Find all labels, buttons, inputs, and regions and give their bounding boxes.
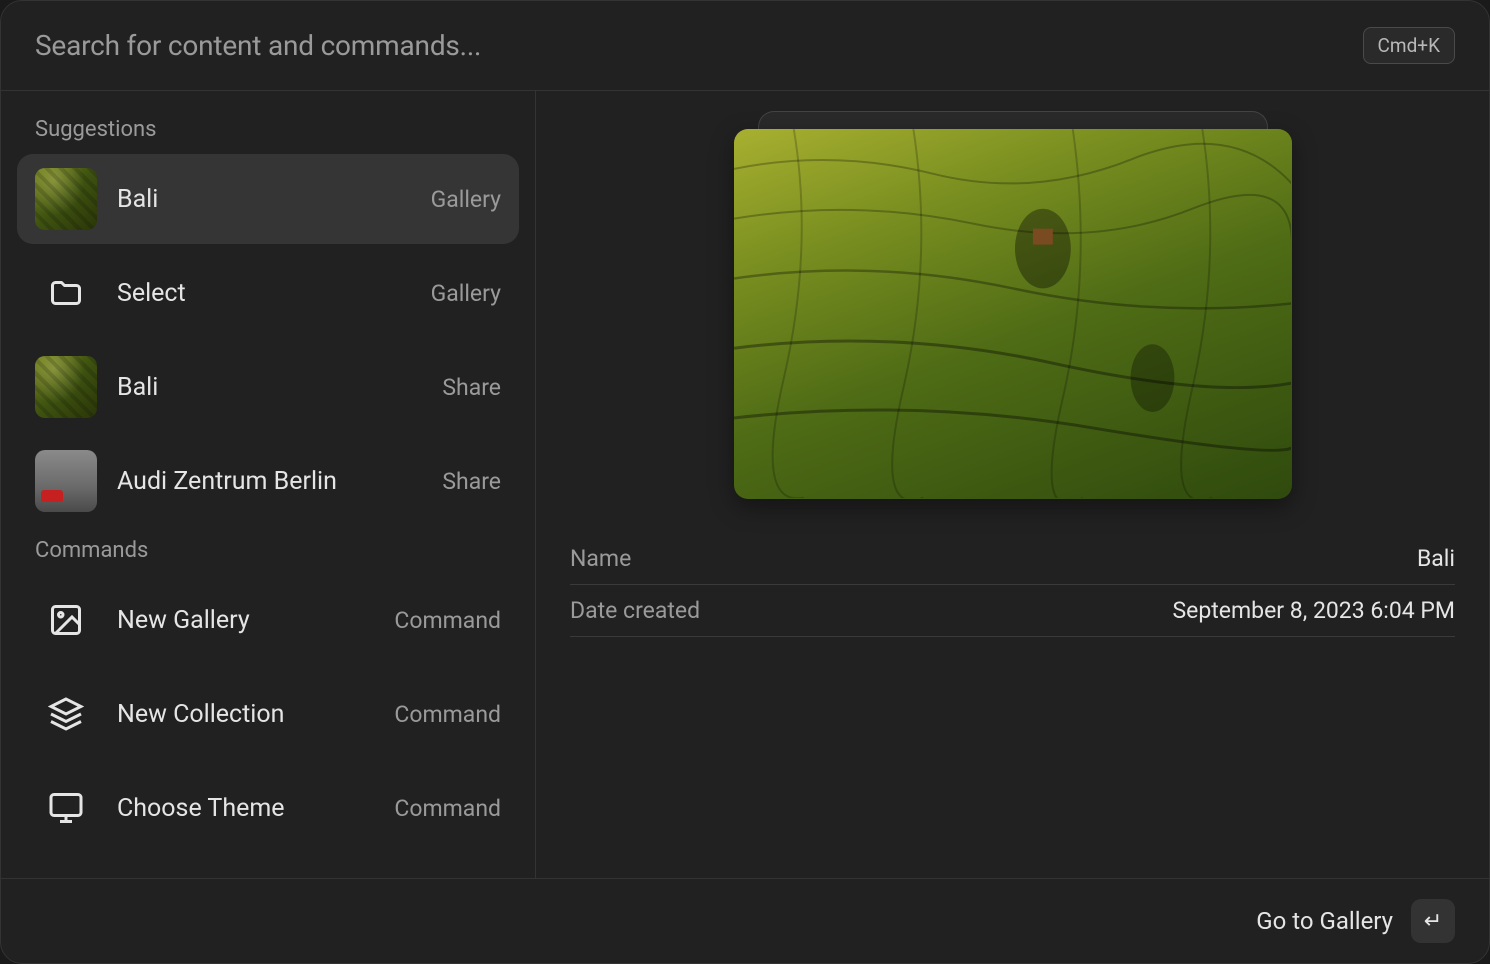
command-label: New Collection: [117, 700, 374, 729]
suggestion-item-bali-gallery[interactable]: Bali Gallery: [17, 154, 519, 244]
thumbnail-bali-icon: [35, 168, 97, 230]
meta-row-name: Name Bali: [570, 533, 1455, 585]
preview-image: [734, 129, 1292, 499]
search-row: Search for content and commands... Cmd+K: [1, 1, 1489, 91]
suggestion-tag: Gallery: [431, 280, 501, 307]
command-item-new-gallery[interactable]: New Gallery Command: [17, 575, 519, 665]
meta-row-date: Date created September 8, 2023 6:04 PM: [570, 585, 1455, 637]
suggestion-label: Bali: [117, 373, 422, 402]
suggestion-tag: Share: [442, 374, 501, 401]
preview-column: Name Bali Date created September 8, 2023…: [536, 91, 1489, 878]
command-tag: Command: [394, 795, 501, 822]
content-area: Suggestions Bali Gallery Select Gallery …: [1, 91, 1489, 878]
preview-meta: Name Bali Date created September 8, 2023…: [570, 533, 1455, 637]
command-label: Choose Theme: [117, 794, 374, 823]
commands-heading: Commands: [17, 530, 519, 575]
command-tag: Command: [394, 701, 501, 728]
monitor-icon: [35, 777, 97, 839]
meta-key: Name: [570, 545, 631, 572]
suggestion-label: Bali: [117, 185, 411, 214]
meta-key: Date created: [570, 597, 700, 624]
image-icon: [35, 589, 97, 651]
command-item-new-collection[interactable]: New Collection Command: [17, 669, 519, 759]
suggestion-item-bali-share[interactable]: Bali Share: [17, 342, 519, 432]
preview-wrap: [570, 111, 1455, 533]
go-to-gallery-button[interactable]: Go to Gallery: [1256, 907, 1393, 935]
enter-key-icon[interactable]: ↵: [1411, 899, 1455, 943]
shortcut-badge: Cmd+K: [1363, 27, 1455, 64]
suggestion-tag: Share: [442, 468, 501, 495]
results-column: Suggestions Bali Gallery Select Gallery …: [1, 91, 536, 878]
meta-value: September 8, 2023 6:04 PM: [1173, 597, 1455, 624]
meta-value: Bali: [1417, 545, 1455, 572]
thumbnail-bali-icon: [35, 356, 97, 418]
layers-icon: [35, 683, 97, 745]
command-tag: Command: [394, 607, 501, 634]
suggestion-label: Select: [117, 279, 411, 308]
suggestion-item-select[interactable]: Select Gallery: [17, 248, 519, 338]
folder-icon: [35, 262, 97, 324]
suggestion-tag: Gallery: [431, 186, 501, 213]
suggestion-label: Audi Zentrum Berlin: [117, 467, 422, 496]
suggestions-heading: Suggestions: [17, 109, 519, 154]
footer: Go to Gallery ↵: [1, 878, 1489, 963]
command-item-choose-theme[interactable]: Choose Theme Command: [17, 763, 519, 853]
thumbnail-audi-icon: [35, 450, 97, 512]
suggestion-item-audi[interactable]: Audi Zentrum Berlin Share: [17, 436, 519, 526]
command-palette: Search for content and commands... Cmd+K…: [0, 0, 1490, 964]
search-input[interactable]: Search for content and commands...: [35, 29, 481, 62]
command-label: New Gallery: [117, 606, 374, 635]
